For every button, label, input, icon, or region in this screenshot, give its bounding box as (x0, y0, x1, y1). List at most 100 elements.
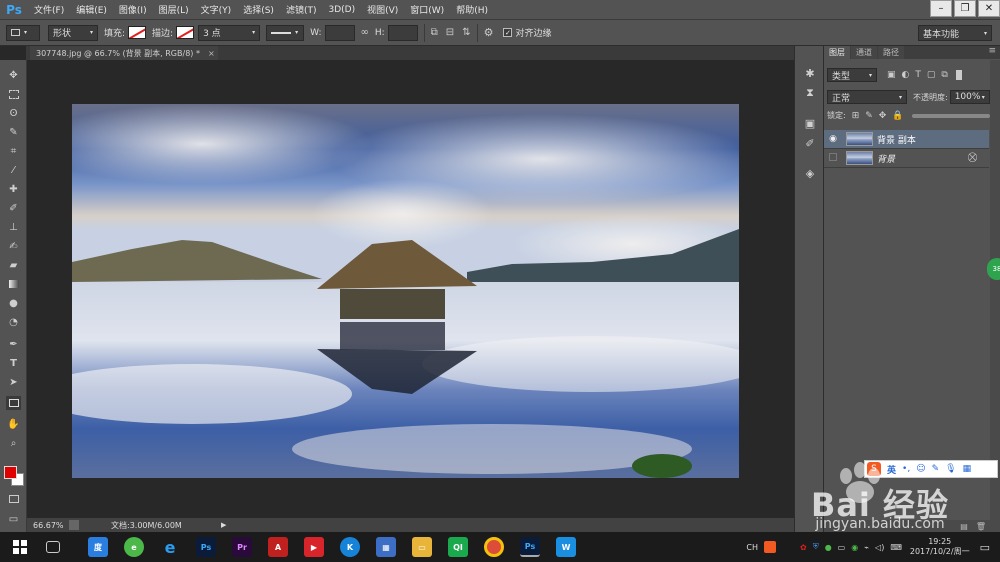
skin-icon[interactable]: ✎ (932, 464, 940, 474)
opacity-field[interactable]: 100% ▾ (949, 90, 990, 104)
menu-image[interactable]: 图像(I) (113, 3, 153, 16)
properties-icon[interactable]: ▣ (803, 116, 817, 130)
menu-edit[interactable]: 编辑(E) (70, 3, 113, 16)
layer-row[interactable]: 背景 ⛒ (824, 149, 989, 168)
battery-icon[interactable]: ▭ (838, 543, 846, 552)
tool-preset-picker[interactable]: ▾ (6, 24, 40, 41)
volume-icon[interactable]: ◁) (875, 543, 884, 552)
sogou-icon[interactable]: S (867, 462, 881, 476)
stroke-width-field[interactable]: 3 点 ▾ (198, 24, 261, 41)
emoji-icon[interactable]: ☺ (916, 464, 925, 474)
menu-window[interactable]: 窗口(W) (404, 3, 450, 16)
path-arrangement-icon[interactable]: ⇅ (462, 27, 470, 38)
stroke-swatch[interactable] (176, 26, 195, 39)
move-tool-icon[interactable]: ✥ (6, 68, 21, 82)
blend-mode-select[interactable]: 正常 ▾ (827, 90, 907, 104)
filter-adjustment-icon[interactable]: ◐ (902, 70, 910, 80)
calculator-app-icon[interactable]: ▦ (376, 537, 396, 557)
wps-app-icon[interactable]: W (556, 537, 576, 557)
menu-view[interactable]: 视图(V) (361, 3, 404, 16)
lock-all-icon[interactable]: 🔒 (892, 111, 903, 121)
keyboard-icon[interactable]: ⌨ (890, 543, 902, 552)
filter-smart-icon[interactable]: ⧉ (941, 70, 947, 80)
eyedropper-tool-icon[interactable]: ⁄ (6, 163, 21, 177)
rectangle-tool-icon[interactable] (6, 396, 21, 410)
windows-start-icon[interactable] (10, 537, 30, 557)
type-tool-icon[interactable]: T (6, 356, 21, 370)
brush-presets-icon[interactable]: ✐ (803, 136, 817, 150)
new-layer-icon[interactable]: ▤ (960, 522, 968, 531)
filter-type-icon[interactable]: T (915, 70, 921, 80)
lock-transparent-icon[interactable]: ⊞ (852, 111, 860, 121)
zoom-tool-icon[interactable]: ⌕ (6, 436, 21, 450)
360-browser-icon[interactable]: e (124, 537, 144, 557)
eraser-tool-icon[interactable]: ▰ (6, 258, 21, 272)
history-brush-tool-icon[interactable]: ✍ (6, 239, 21, 253)
panel-menu-icon[interactable]: ≡ (988, 46, 996, 59)
iqiyi-app-icon[interactable]: QI (448, 537, 468, 557)
internet-explorer-icon[interactable]: e (160, 537, 180, 557)
tray-green-icon[interactable]: ◉ (851, 543, 858, 552)
side-badge[interactable]: 38 (987, 258, 1000, 280)
task-view-icon[interactable] (46, 541, 60, 553)
fill-slider[interactable] (911, 113, 990, 118)
menu-3d[interactable]: 3D(D) (322, 5, 361, 15)
path-alignment-icon[interactable]: ⊟ (446, 27, 454, 38)
shield-icon[interactable]: ⛨ (813, 542, 819, 552)
filter-pixel-icon[interactable]: ▣ (887, 70, 896, 80)
fill-swatch[interactable] (128, 26, 147, 39)
ime-indicator[interactable]: CH (746, 543, 758, 552)
menu-file[interactable]: 文件(F) (28, 3, 70, 16)
gradient-tool-icon[interactable] (6, 277, 21, 291)
baidu-app-icon[interactable]: 度 (88, 537, 108, 557)
tray-app-icon[interactable]: ✿ (800, 543, 807, 552)
sogou-tray-icon[interactable] (763, 541, 776, 553)
filter-toggle-icon[interactable] (955, 70, 962, 80)
menu-layer[interactable]: 图层(L) (153, 3, 195, 16)
height-field[interactable] (387, 24, 418, 41)
hand-tool-icon[interactable]: ✋ (6, 417, 21, 431)
restore-button[interactable]: ❐ (954, 0, 976, 17)
tab-paths[interactable]: 路径 (878, 46, 904, 59)
flag-app-icon[interactable]: ▶ (304, 537, 324, 557)
menu-select[interactable]: 选择(S) (237, 3, 280, 16)
menu-help[interactable]: 帮助(H) (450, 3, 494, 16)
blur-tool-icon[interactable]: ● (6, 296, 21, 310)
network-icon[interactable]: ⌁ (864, 543, 869, 552)
close-icon[interactable]: × (208, 49, 215, 58)
gear-icon[interactable]: ⚙ (484, 26, 494, 39)
file-explorer-icon[interactable]: ▭ (412, 537, 432, 557)
status-menu-arrow-icon[interactable]: ▶ (221, 521, 226, 529)
toolbox-icon[interactable]: ▦ (963, 464, 972, 474)
3d-icon[interactable]: ◈ (803, 166, 817, 180)
ime-language[interactable]: 英 (887, 463, 896, 476)
punctuation-icon[interactable]: •, (902, 464, 910, 474)
clock[interactable]: 19:25 2017/10/2/周一 (910, 537, 970, 557)
notification-icon[interactable]: ▭ (980, 541, 990, 554)
chrome-app-icon[interactable] (484, 537, 504, 557)
crop-tool-icon[interactable]: ⌗ (6, 144, 21, 158)
marquee-tool-icon[interactable] (6, 87, 21, 101)
brush-tool-icon[interactable]: ✐ (6, 201, 21, 215)
photoshop-app-icon[interactable]: Ps (196, 537, 216, 557)
history-icon[interactable]: ✱ (803, 66, 817, 80)
photoshop-active-icon[interactable]: Ps (520, 537, 540, 557)
zoom-level[interactable]: 66.67% (33, 521, 69, 530)
adjustments-icon[interactable]: ⧗ (803, 86, 817, 100)
visibility-eye-icon[interactable]: ◉ (824, 134, 842, 144)
status-export-icon[interactable] (69, 520, 79, 530)
clone-stamp-tool-icon[interactable]: ⊥ (6, 220, 21, 234)
healing-brush-tool-icon[interactable]: ✚ (6, 182, 21, 196)
tray-360-icon[interactable]: ● (825, 543, 832, 552)
layer-row[interactable]: ◉ 背景 副本 (824, 130, 989, 149)
lock-pixels-icon[interactable]: ✎ (865, 111, 873, 121)
kugou-app-icon[interactable]: K (340, 537, 360, 557)
lock-position-icon[interactable]: ✥ (879, 111, 887, 121)
link-icon[interactable]: ∞ (361, 27, 369, 38)
workspace-select[interactable]: 基本功能 ▾ (918, 25, 992, 41)
tab-channels[interactable]: 通道 (851, 46, 877, 59)
filter-shape-icon[interactable]: ▢ (927, 70, 936, 80)
autocad-app-icon[interactable]: A (268, 537, 288, 557)
document-image[interactable] (72, 104, 739, 478)
foreground-color-swatch[interactable] (4, 466, 17, 479)
